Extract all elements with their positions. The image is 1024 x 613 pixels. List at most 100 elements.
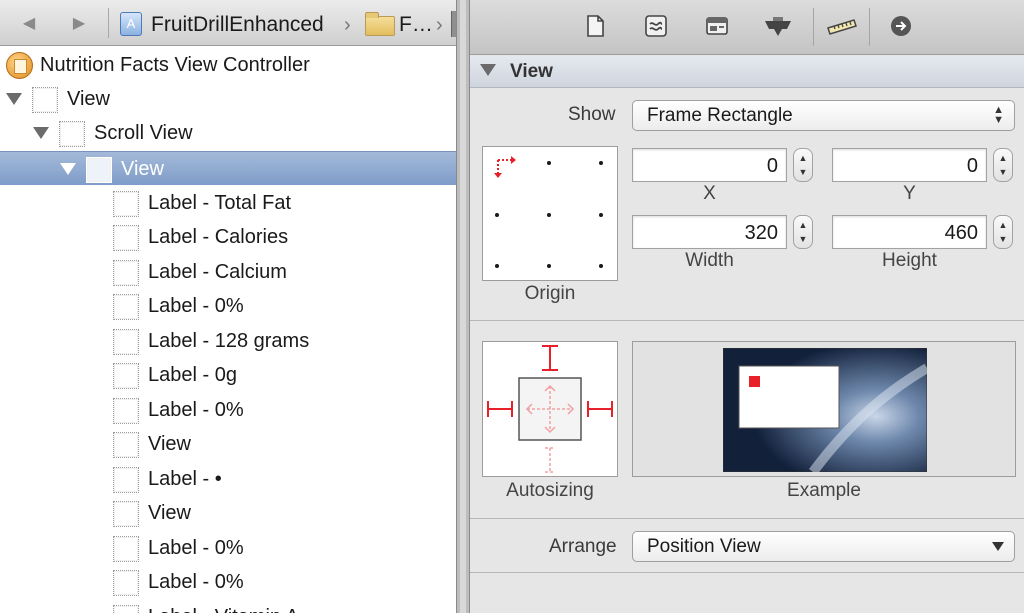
inspector-tab-separator [813,8,814,46]
section-divider [470,320,1024,321]
example-origin-marker [749,376,760,387]
origin-point[interactable] [547,161,551,165]
label-icon [113,225,139,251]
origin-point[interactable] [495,213,499,217]
outline-row-label: Label - 0% [148,295,244,317]
origin-point[interactable] [599,213,603,217]
outline-row-label: View [148,502,191,524]
outline-row-label[interactable]: Label - 0% [0,393,456,427]
width-field[interactable]: 320 [632,215,787,249]
autosizing-caption: Autosizing [506,480,594,501]
project-icon[interactable]: A [120,12,142,36]
folder-icon[interactable] [365,12,395,36]
outline-row-label[interactable]: Label - 0% [0,289,456,323]
outline-row-label[interactable]: Label - 128 grams [0,324,456,358]
view-section-header[interactable]: View [470,56,1024,88]
quick-help-icon[interactable] [643,14,669,40]
outline-row-view[interactable]: View [0,82,456,116]
y-value: 0 [966,155,978,177]
section-divider [470,518,1024,519]
width-value: 320 [744,222,778,244]
jump-bar-project[interactable]: FruitDrillEnhanced [151,12,324,38]
outline-row-label: Label - 0% [148,571,244,593]
arrange-popup[interactable]: Position View [632,531,1015,562]
show-popup[interactable]: Frame Rectangle ▲ ▼ [632,100,1015,131]
outline-row-scroll-view[interactable]: Scroll View [0,116,456,150]
forward-arrow-icon[interactable]: ▶ [68,13,90,35]
outline-row-label[interactable]: Label - • [0,462,456,496]
view-icon [113,432,139,458]
origin-point[interactable] [547,264,551,268]
inspector-tab-separator [869,8,870,46]
attributes-inspector-icon[interactable] [763,14,791,40]
file-inspector-icon[interactable] [582,14,608,40]
label-icon [113,260,139,286]
chevron-down-icon [992,542,1004,551]
show-popup-value: Frame Rectangle [647,105,793,126]
x-field[interactable]: 0 [632,148,787,182]
outline-row-label[interactable]: Label - Vitamin A [0,600,456,613]
view-icon [86,157,112,183]
origin-control[interactable] [482,146,618,281]
outline-row-label: Label - 0% [148,399,244,421]
outline-row-label[interactable]: Label - 0% [0,565,456,599]
y-field[interactable]: 0 [832,148,987,182]
outline-row-content-view[interactable]: View [0,151,456,185]
y-stepper[interactable]: ▲ ▼ [993,148,1013,182]
disclosure-triangle-icon[interactable] [33,127,49,139]
outline-row-view-controller[interactable]: Nutrition Facts View Controller [0,48,456,82]
size-inspector-icon[interactable] [826,14,858,40]
jump-bar: ◀ ▶ A FruitDrillEnhanced › F… › [0,0,456,46]
pane-splitter[interactable] [456,0,470,613]
identity-inspector-icon[interactable] [704,14,730,40]
example-wallpaper [723,348,927,472]
width-stepper[interactable]: ▲ ▼ [793,215,813,249]
section-title: View [510,61,553,82]
jump-bar-separator [108,8,109,38]
inspector-tab-bar [470,0,1024,55]
outline-row-label[interactable]: Label - 0% [0,531,456,565]
height-stepper[interactable]: ▲ ▼ [993,215,1013,249]
outline-row-label: Label - Vitamin A [148,604,299,613]
outline-row-label: Label - Calories [148,226,289,248]
scroll-view-icon [59,121,85,147]
origin-point[interactable] [599,264,603,268]
outline-row-label[interactable]: Label - 0g [0,358,456,392]
origin-point[interactable] [547,213,551,217]
outline-row-label: Nutrition Facts View Controller [40,54,310,76]
origin-point[interactable] [599,161,603,165]
outline-row-label[interactable]: Label - Total Fat [0,186,456,220]
arrange-popup-value: Position View [647,536,761,557]
outline-row-label: Label - Total Fat [148,192,292,214]
popup-arrows-icon: ▲ ▼ [993,104,1004,126]
connections-inspector-icon[interactable] [888,14,914,40]
view-icon [113,501,139,527]
jump-bar-folder[interactable]: F… [399,12,433,38]
label-icon [113,329,139,355]
disclosure-triangle-icon[interactable] [60,163,76,175]
outline-row-label[interactable]: Label - Calories [0,220,456,254]
view-icon [32,87,58,113]
disclosure-triangle-icon[interactable] [6,93,22,105]
outline-row-label: Label - 0g [148,364,237,386]
x-caption: X [703,183,716,204]
origin-point[interactable] [495,264,499,268]
outline-row-view[interactable]: View [0,496,456,530]
outline-row-label[interactable]: Label - Calcium [0,255,456,289]
label-icon [113,398,139,424]
outline-row-view[interactable]: View [0,427,456,461]
autosizing-control[interactable] [482,341,618,477]
label-icon [113,605,139,613]
disclosure-triangle-icon[interactable] [480,64,496,76]
x-value: 0 [766,155,778,177]
outline-row-label: View [148,433,191,455]
autosizing-struts-springs [487,345,613,473]
height-value: 460 [944,222,978,244]
label-icon [113,363,139,389]
size-inspector-pane: View Show Frame Rectangle ▲ ▼ Origin 0 ▲ ▼… [470,0,1024,613]
back-arrow-icon[interactable]: ◀ [18,13,40,35]
height-field[interactable]: 460 [832,215,987,249]
example-view-frame [738,365,840,429]
x-stepper[interactable]: ▲ ▼ [793,148,813,182]
label-icon [113,294,139,320]
